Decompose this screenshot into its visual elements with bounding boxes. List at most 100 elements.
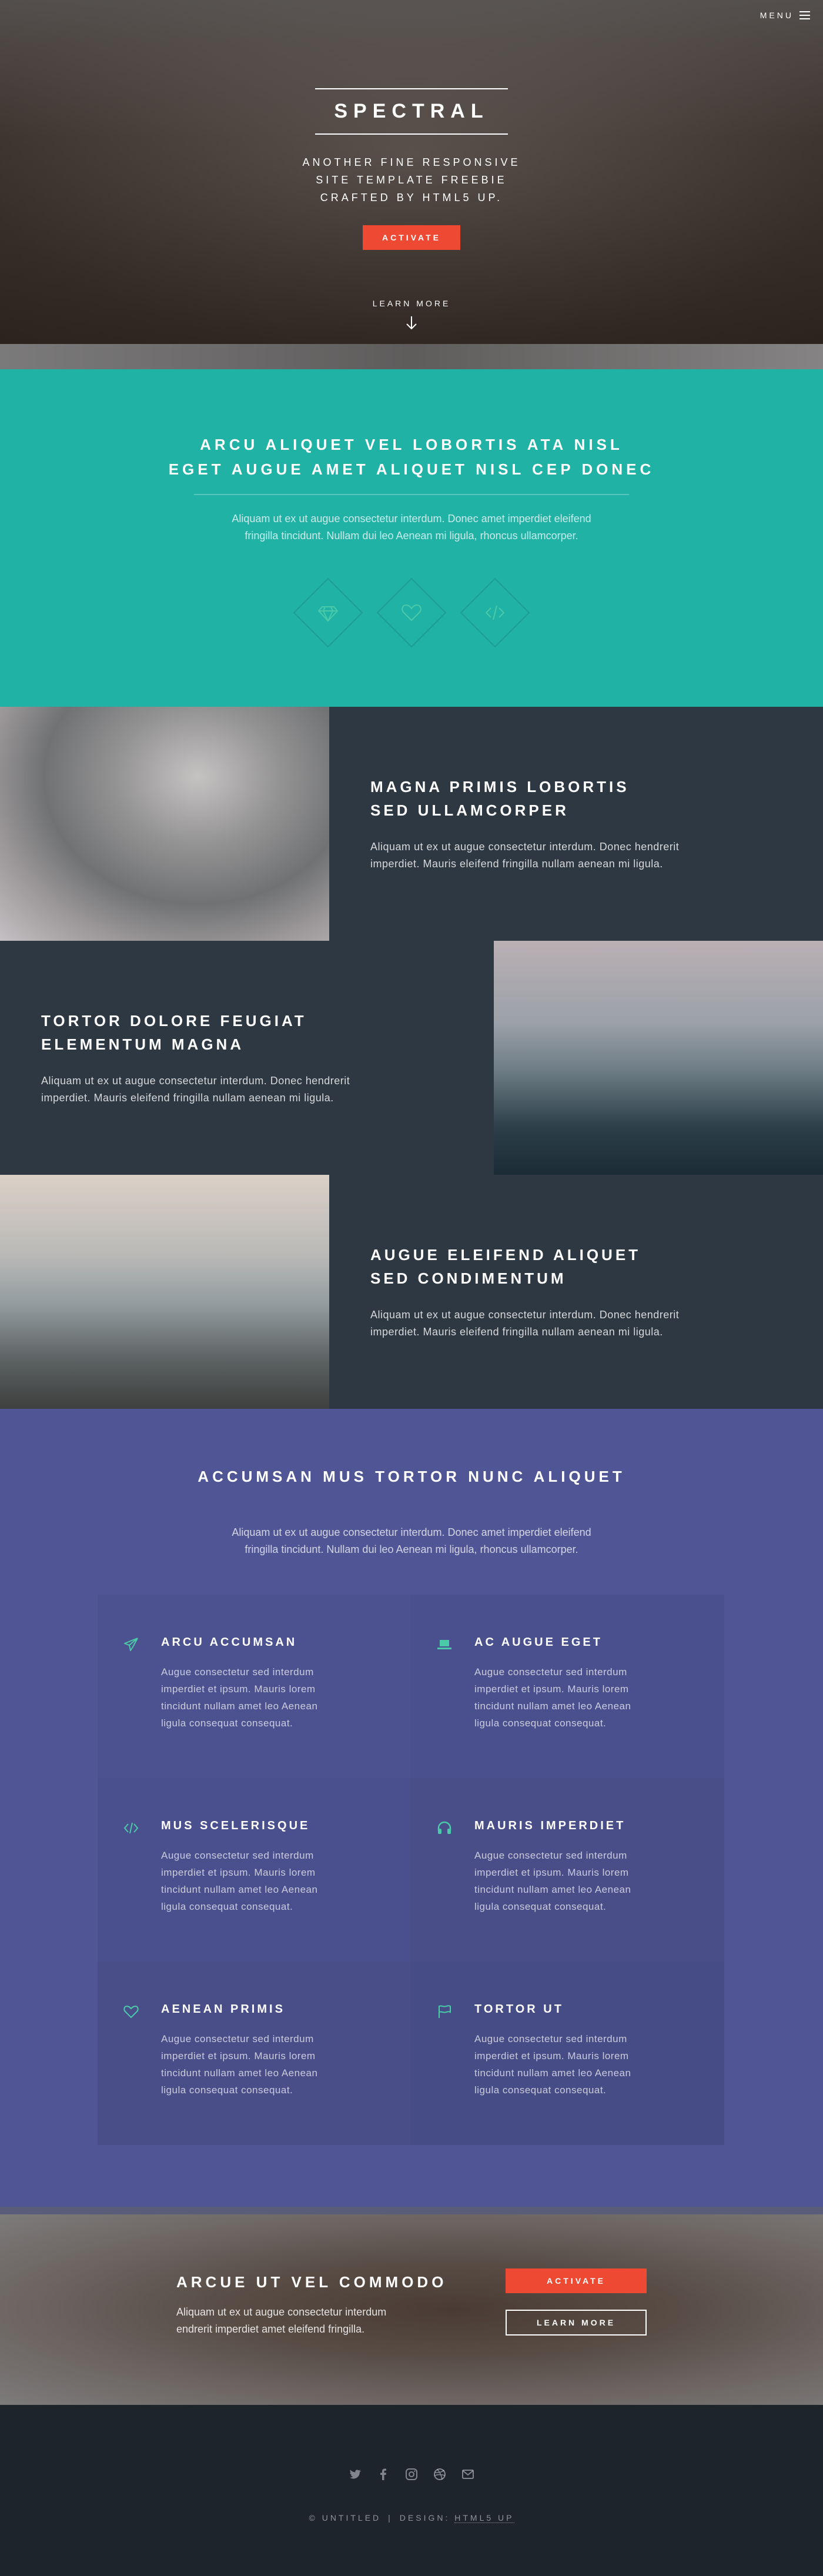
feature-text-line: imperdiet et ipsum. Mauris lorem <box>161 1867 316 1878</box>
twitter-icon[interactable] <box>348 2467 362 2481</box>
feature-text-line: Augue consectetur sed interdum <box>161 2033 314 2044</box>
site-title: SPECTRAL <box>315 88 508 135</box>
feature-title: AC AUGUE EGET <box>474 1636 603 1649</box>
intro-heading-line: ARCU ALIQUET VEL LOBORTIS ATA NISL <box>200 436 623 453</box>
feature-item: ARCU ACCUMSAN Augue consectetur sed inte… <box>98 1595 411 1778</box>
feature-text-line: ligula consequat consequat. <box>474 2084 607 2096</box>
facebook-icon[interactable] <box>376 2467 390 2481</box>
learn-more-label: LEARN MORE <box>372 299 451 308</box>
design-credit-link[interactable]: HTML5 UP <box>454 2513 514 2523</box>
feature-text-line: ligula consequat consequat. <box>161 1718 293 1729</box>
feature-text-line: tincidunt nullam amet leo Aenean <box>474 1884 631 1895</box>
spotlight: AUGUE ELEIFEND ALIQUET SED CONDIMENTUM A… <box>0 1175 823 1409</box>
spotlight-content: AUGUE ELEIFEND ALIQUET SED CONDIMENTUM A… <box>329 1175 823 1409</box>
envelope-icon[interactable] <box>461 2467 475 2481</box>
feature-text: Augue consectetur sed interdum imperdiet… <box>161 1663 387 1732</box>
banner: SPECTRAL ANOTHER FINE RESPONSIVE SITE TE… <box>0 0 823 344</box>
features-intro: Aliquam ut ex ut augue consectetur inter… <box>176 1524 647 1558</box>
intro-text-line: Aliquam ut ex ut augue consectetur inter… <box>232 513 591 524</box>
spotlight-title-line: TORTOR DOLORE FEUGIAT <box>41 1012 307 1030</box>
cta-activate-button[interactable]: ACTIVATE <box>506 2268 647 2293</box>
social-icons <box>0 2467 823 2481</box>
feature-title: AENEAN PRIMIS <box>161 2003 285 2016</box>
spotlight-image <box>0 1175 329 1409</box>
feature-text-line: ligula consequat consequat. <box>161 1901 293 1912</box>
intro-text-line: fringilla tincidunt. Nullam dui leo Aene… <box>245 530 578 542</box>
heart-icon <box>402 604 421 622</box>
features-intro-line: fringilla tincidunt. Nullam dui leo Aene… <box>245 1543 578 1555</box>
feature-item: MAURIS IMPERDIET Augue consectetur sed i… <box>411 1778 724 1962</box>
cta-heading: ARCUE UT VEL COMMODO <box>176 2273 447 2291</box>
spotlight-title-line: SED ULLAMCORPER <box>370 801 569 819</box>
feature-text: Augue consectetur sed interdum imperdiet… <box>474 1847 701 1915</box>
feature-text-line: tincidunt nullam amet leo Aenean <box>161 1700 318 1712</box>
code-icon <box>123 1822 139 1834</box>
cta-learn-more-button[interactable]: LEARN MORE <box>506 2310 647 2336</box>
feature-item: AENEAN PRIMIS Augue consectetur sed inte… <box>98 1962 411 2145</box>
separator: | <box>388 2513 393 2522</box>
feature-text-line: Augue consectetur sed interdum <box>474 1850 627 1861</box>
menu-label: MENU <box>760 11 794 20</box>
spotlight: TORTOR DOLORE FEUGIAT ELEMENTUM MAGNA Al… <box>0 941 823 1175</box>
cta-section: ARCUE UT VEL COMMODO Aliquam ut ex ut au… <box>0 2214 823 2405</box>
heart-icon <box>123 2005 139 2019</box>
menu-button[interactable]: MENU <box>760 11 810 20</box>
cta-text-line: endrerit imperdiet amet eleifend fringil… <box>176 2323 365 2335</box>
feature-text-line: imperdiet et ipsum. Mauris lorem <box>474 1683 629 1695</box>
feature-text-line: tincidunt nullam amet leo Aenean <box>161 1884 318 1895</box>
spotlight-title: MAGNA PRIMIS LOBORTIS SED ULLAMCORPER <box>370 775 782 822</box>
dribbble-icon[interactable] <box>433 2467 447 2481</box>
feature-text: Augue consectetur sed interdum imperdiet… <box>161 1847 387 1915</box>
feature-item: TORTOR UT Augue consectetur sed interdum… <box>411 1962 724 2145</box>
learn-more-link[interactable]: LEARN MORE <box>0 299 823 330</box>
feature-text-line: ligula consequat consequat. <box>161 2084 293 2096</box>
spotlight-title-line: MAGNA PRIMIS LOBORTIS <box>370 778 630 796</box>
feature-title: TORTOR UT <box>474 2003 564 2016</box>
feature-grid: ARCU ACCUMSAN Augue consectetur sed inte… <box>98 1595 724 2145</box>
feature-text-line: imperdiet et ipsum. Mauris lorem <box>474 2050 629 2062</box>
tagline-line: SITE TEMPLATE FREEBIE <box>316 174 507 186</box>
spotlight-text-line: imperdiet. Mauris eleifend fringilla nul… <box>370 1326 663 1338</box>
feature-text-line: tincidunt nullam amet leo Aenean <box>474 2067 631 2079</box>
spotlight-content: MAGNA PRIMIS LOBORTIS SED ULLAMCORPER Al… <box>329 707 823 941</box>
intro-heading: ARCU ALIQUET VEL LOBORTIS ATA NISL EGET … <box>0 432 823 482</box>
hamburger-icon <box>799 11 810 19</box>
feature-text-line: imperdiet et ipsum. Mauris lorem <box>474 1867 629 1878</box>
feature-title: MAURIS IMPERDIET <box>474 1819 626 1832</box>
intro-heading-line: EGET AUGUE AMET ALIQUET NISL CEP DONEC <box>168 460 655 478</box>
spotlight-text: Aliquam ut ex ut augue consectetur inter… <box>370 838 735 873</box>
spotlight-title-line: ELEMENTUM MAGNA <box>41 1035 245 1053</box>
cta-text: Aliquam ut ex ut augue consectetur inter… <box>176 2304 435 2338</box>
feature-text-line: tincidunt nullam amet leo Aenean <box>474 1700 631 1712</box>
feature-text: Augue consectetur sed interdum imperdiet… <box>161 2030 387 2099</box>
feature-text-line: imperdiet et ipsum. Mauris lorem <box>161 2050 316 2062</box>
footer: © UNTITLED | DESIGN: HTML5 UP <box>0 2405 823 2576</box>
features-heading: ACCUMSAN MUS TORTOR NUNC ALIQUET <box>198 1468 625 1485</box>
header: MENU <box>0 0 823 33</box>
cta-strip <box>0 2207 823 2214</box>
spotlight-content: TORTOR DOLORE FEUGIAT ELEMENTUM MAGNA Al… <box>0 941 494 1175</box>
features-intro-line: Aliquam ut ex ut augue consectetur inter… <box>232 1526 591 1538</box>
divider <box>194 494 629 495</box>
spotlight: MAGNA PRIMIS LOBORTIS SED ULLAMCORPER Al… <box>0 707 823 941</box>
activate-button[interactable]: ACTIVATE <box>363 225 460 250</box>
spotlight-text-line: Aliquam ut ex ut augue consectetur inter… <box>370 1309 680 1321</box>
spotlight-title: TORTOR DOLORE FEUGIAT ELEMENTUM MAGNA <box>41 1009 453 1056</box>
feature-text-line: Augue consectetur sed interdum <box>474 2033 627 2044</box>
feature-text-line: Augue consectetur sed interdum <box>474 1666 627 1678</box>
tagline: ANOTHER FINE RESPONSIVE SITE TEMPLATE FR… <box>288 153 535 206</box>
feature-text-line: ligula consequat consequat. <box>474 1901 607 1912</box>
feature-item: MUS SCELERISQUE Augue consectetur sed in… <box>98 1778 411 1962</box>
intro-text: Aliquam ut ex ut augue consectetur inter… <box>176 510 647 544</box>
feature-title: ARCU ACCUMSAN <box>161 1636 297 1649</box>
spotlight-text: Aliquam ut ex ut augue consectetur inter… <box>370 1307 735 1341</box>
banner-strip <box>0 344 823 369</box>
code-icon <box>485 605 505 620</box>
instagram-icon[interactable] <box>404 2467 419 2481</box>
intro-section: ARCU ALIQUET VEL LOBORTIS ATA NISL EGET … <box>0 369 823 707</box>
feature-text: Augue consectetur sed interdum imperdiet… <box>474 2030 701 2099</box>
spotlight-image <box>0 707 329 941</box>
feature-text: Augue consectetur sed interdum imperdiet… <box>474 1663 701 1732</box>
spotlight-text-line: imperdiet. Mauris eleifend fringilla nul… <box>370 858 663 870</box>
design-prefix: DESIGN: <box>399 2513 450 2522</box>
